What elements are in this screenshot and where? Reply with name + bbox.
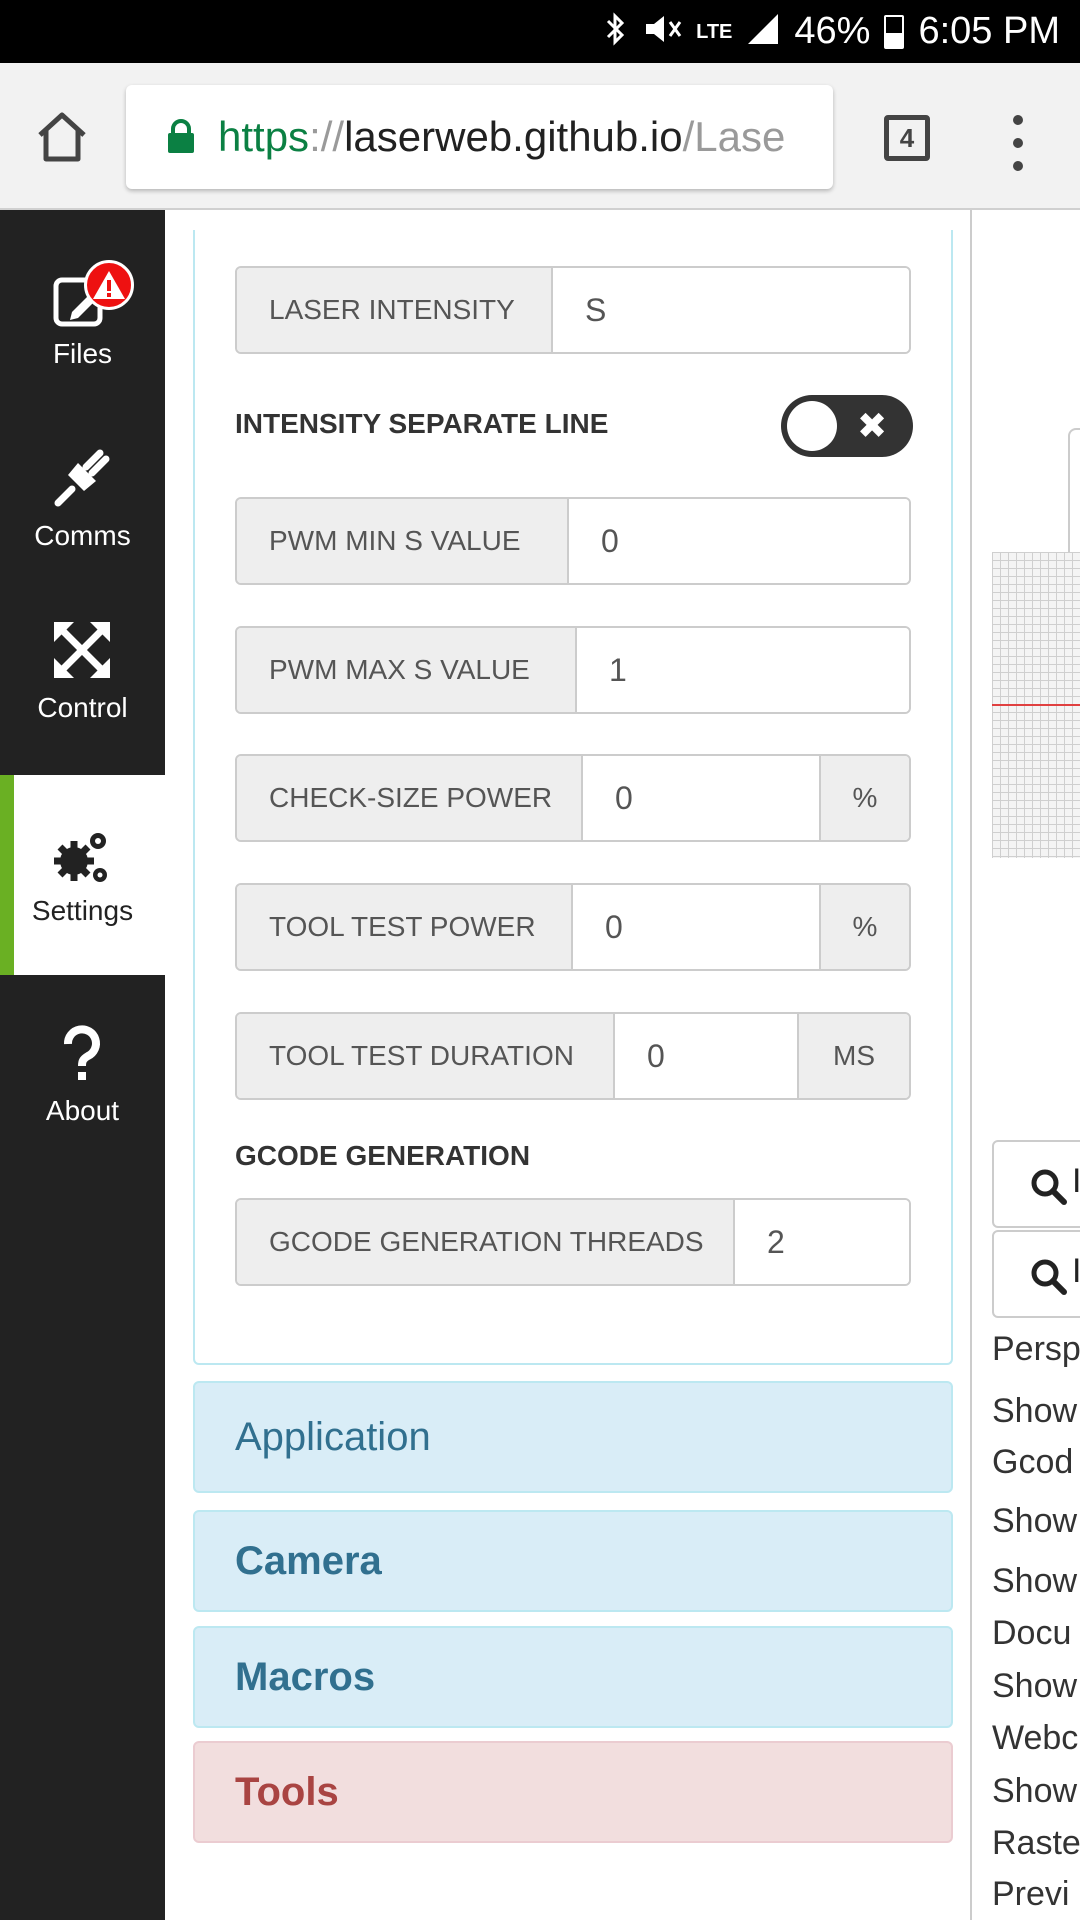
option-label[interactable]: Show — [992, 1772, 1077, 1811]
laser-intensity-input[interactable]: S — [553, 268, 909, 352]
search-icon — [1031, 1259, 1067, 1295]
option-label: Webc — [992, 1719, 1079, 1757]
intensity-separate-line-toggle[interactable]: ✖ — [781, 395, 913, 457]
pwm-max-input[interactable]: 1 — [577, 628, 909, 712]
url-host: laserweb.github.io — [344, 113, 683, 160]
warning-badge — [84, 260, 134, 310]
warning-icon — [93, 271, 125, 299]
sidebar: Files Comms Control Settings About — [0, 210, 165, 1920]
question-icon — [64, 1025, 100, 1080]
url-path: /Lase — [682, 113, 786, 160]
search-icon — [1031, 1169, 1067, 1205]
menu-dot — [1013, 138, 1023, 148]
option-label[interactable]: Show — [992, 1667, 1077, 1706]
zoom-button-2[interactable]: I — [992, 1230, 1080, 1318]
pwm-min-input[interactable]: 0 — [569, 499, 909, 583]
bluetooth-icon — [604, 11, 628, 52]
option-label: Gcod — [992, 1443, 1074, 1481]
sidebar-item-label: Files — [52, 338, 113, 369]
option-label[interactable]: Show — [992, 1502, 1077, 1541]
url-separator: :// — [309, 113, 345, 160]
sidebar-item-comms[interactable]: Comms — [0, 415, 165, 595]
toggle-knob — [787, 401, 837, 451]
field-label: TOOL TEST POWER — [237, 885, 573, 969]
signal-icon — [746, 12, 780, 52]
pwm-max-field: PWM MAX S VALUE 1 — [235, 626, 911, 714]
tool-test-power-field: TOOL TEST POWER 0 % — [235, 883, 911, 971]
zoom-button-label: I — [1072, 1162, 1080, 1200]
gcode-threads-input[interactable]: 2 — [735, 1200, 909, 1284]
status-icons: LTE 46% 6:05 PM — [604, 0, 1060, 63]
close-icon: ✖ — [857, 405, 888, 446]
battery-fill — [886, 32, 903, 47]
field-label: GCODE GENERATION THREADS — [237, 1200, 735, 1284]
move-arrows-icon — [54, 622, 110, 678]
active-indicator — [0, 775, 14, 975]
tool-test-duration-input[interactable]: 0 — [615, 1014, 797, 1098]
field-label: LASER INTENSITY — [237, 268, 553, 352]
option-label[interactable]: Show — [992, 1392, 1077, 1431]
unit-label: % — [819, 756, 909, 840]
url-text[interactable]: https://laserweb.github.io/Lase — [218, 109, 818, 165]
battery-icon — [884, 14, 905, 49]
lock-icon — [168, 119, 194, 153]
check-size-power-input[interactable]: 0 — [583, 756, 819, 840]
option-label: Docu — [992, 1614, 1072, 1652]
gcode-settings-panel: LASER INTENSITY S INTENSITY SEPARATE LIN… — [193, 230, 953, 1365]
plug-icon — [54, 449, 110, 507]
unit-label: MS — [797, 1014, 909, 1098]
sidebar-item-files[interactable]: Files — [0, 230, 165, 410]
gears-icon — [54, 833, 107, 882]
field-label: PWM MAX S VALUE — [237, 628, 577, 712]
url-scheme: https — [218, 113, 310, 160]
workspace-grid[interactable] — [992, 552, 1080, 858]
section-camera[interactable]: Camera — [193, 1510, 953, 1612]
pane-divider[interactable] — [970, 210, 972, 1920]
field-label: TOOL TEST DURATION — [237, 1014, 615, 1098]
tool-test-duration-field: TOOL TEST DURATION 0 MS — [235, 1012, 911, 1100]
sidebar-item-label: Comms — [34, 520, 131, 551]
tool-test-power-input[interactable]: 0 — [573, 885, 819, 969]
network-type: LTE — [696, 20, 733, 43]
pwm-min-field: PWM MIN S VALUE 0 — [235, 497, 911, 585]
sidebar-item-settings[interactable]: Settings — [0, 775, 165, 975]
address-bar[interactable]: https://laserweb.github.io/Lase — [126, 85, 833, 189]
laser-intensity-field: LASER INTENSITY S — [235, 266, 911, 354]
option-label: Previ — [992, 1875, 1070, 1913]
sidebar-item-label: About — [45, 1095, 120, 1126]
mute-icon — [642, 12, 682, 52]
menu-dot — [1013, 161, 1023, 171]
section-application[interactable]: Application — [193, 1381, 953, 1493]
gcode-threads-field: GCODE GENERATION THREADS 2 — [235, 1198, 911, 1286]
home-icon — [38, 112, 86, 162]
section-macros[interactable]: Macros — [193, 1626, 953, 1728]
sidebar-item-label: Control — [37, 692, 128, 723]
overflow-menu-button[interactable] — [1008, 115, 1028, 171]
unit-label: % — [819, 885, 909, 969]
tab-switcher-button[interactable]: 4 — [884, 115, 930, 161]
option-label: Raste — [992, 1824, 1080, 1862]
x-axis-line — [992, 704, 1080, 706]
section-tools[interactable]: Tools — [193, 1741, 953, 1843]
zoom-button-label: I — [1072, 1252, 1080, 1290]
field-label: CHECK-SIZE POWER — [237, 756, 583, 840]
status-bar: LTE 46% 6:05 PM — [0, 0, 1080, 63]
menu-dot — [1013, 115, 1023, 125]
browser-toolbar: https://laserweb.github.io/Lase 4 — [0, 63, 1080, 210]
sidebar-item-about[interactable]: About — [0, 1000, 165, 1180]
sidebar-item-control[interactable]: Control — [0, 600, 165, 780]
clock: 6:05 PM — [918, 10, 1060, 52]
option-label[interactable]: Show — [992, 1562, 1077, 1601]
field-label: PWM MIN S VALUE — [237, 499, 569, 583]
sidebar-item-label: Settings — [31, 895, 134, 926]
check-size-power-field: CHECK-SIZE POWER 0 % — [235, 754, 911, 842]
option-label: Persp — [992, 1330, 1080, 1368]
home-button[interactable] — [30, 105, 94, 169]
zoom-button-1[interactable]: I — [992, 1140, 1080, 1228]
intensity-separate-line-label: INTENSITY SEPARATE LINE — [235, 408, 609, 439]
gcode-generation-heading: GCODE GENERATION — [235, 1140, 531, 1171]
battery-percent: 46% — [794, 10, 871, 52]
